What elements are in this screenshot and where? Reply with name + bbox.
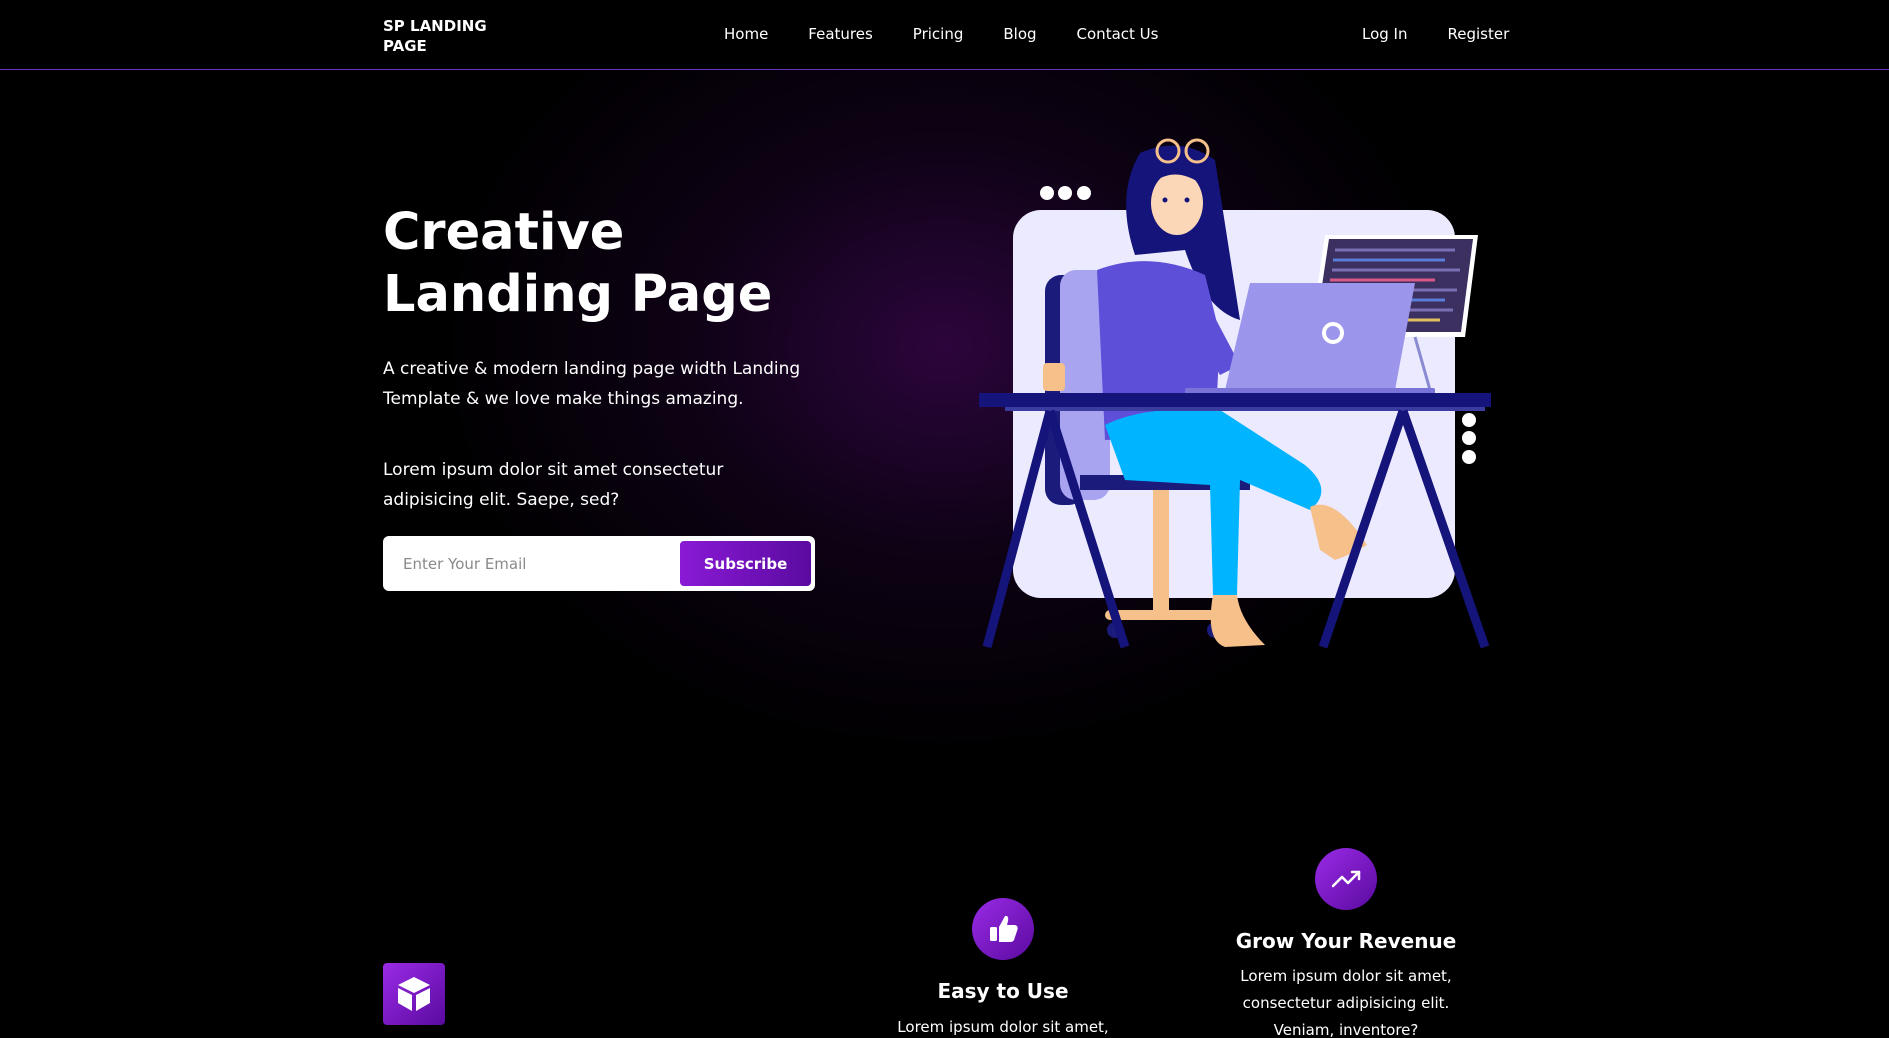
thumbs-up-icon xyxy=(990,915,1018,942)
feature-text-grow: Lorem ipsum dolor sit amet, consectetur … xyxy=(1240,967,1452,1038)
register-link[interactable]: Register xyxy=(1448,25,1510,43)
nav-item-contact[interactable]: Contact Us xyxy=(1077,25,1159,43)
nav-item-blog[interactable]: Blog xyxy=(1003,25,1036,43)
mug xyxy=(1043,363,1065,391)
trending-up-icon xyxy=(1331,870,1361,888)
cube-icon xyxy=(398,977,430,1011)
hero-subtitle: A creative & modern landing page width L… xyxy=(383,359,801,409)
subscribe-button[interactable]: Subscribe xyxy=(680,541,811,586)
nav-item-features[interactable]: Features xyxy=(808,25,873,43)
nav-item-pricing[interactable]: Pricing xyxy=(913,25,964,43)
feature-cube-icon-box xyxy=(383,963,445,1025)
email-input[interactable] xyxy=(391,542,659,585)
auth-links: Log In Register xyxy=(1362,25,1509,43)
feature-title-grow: Grow Your Revenue xyxy=(1235,929,1457,953)
hero-description: Lorem ipsum dolor sit amet consectetur a… xyxy=(383,460,724,510)
hero-title: Creative Landing Page xyxy=(383,203,773,324)
navbar: SP LANDING PAGE Home Features Pricing Bl… xyxy=(0,0,1889,70)
main-nav: Home Features Pricing Blog Contact Us xyxy=(724,25,1158,43)
feature-text-easy: Lorem ipsum dolor sit amet, xyxy=(897,1018,1109,1036)
nav-item-home[interactable]: Home xyxy=(724,25,768,43)
login-link[interactable]: Log In xyxy=(1362,25,1408,43)
feature-easy-icon-circle xyxy=(972,898,1034,960)
feature-title-easy: Easy to Use xyxy=(937,979,1069,1003)
brand-logo[interactable]: SP LANDING PAGE xyxy=(383,16,503,56)
feature-grow-icon-circle xyxy=(1315,848,1377,910)
subscribe-form: Subscribe xyxy=(383,536,815,591)
hero-illustration xyxy=(979,138,1491,649)
